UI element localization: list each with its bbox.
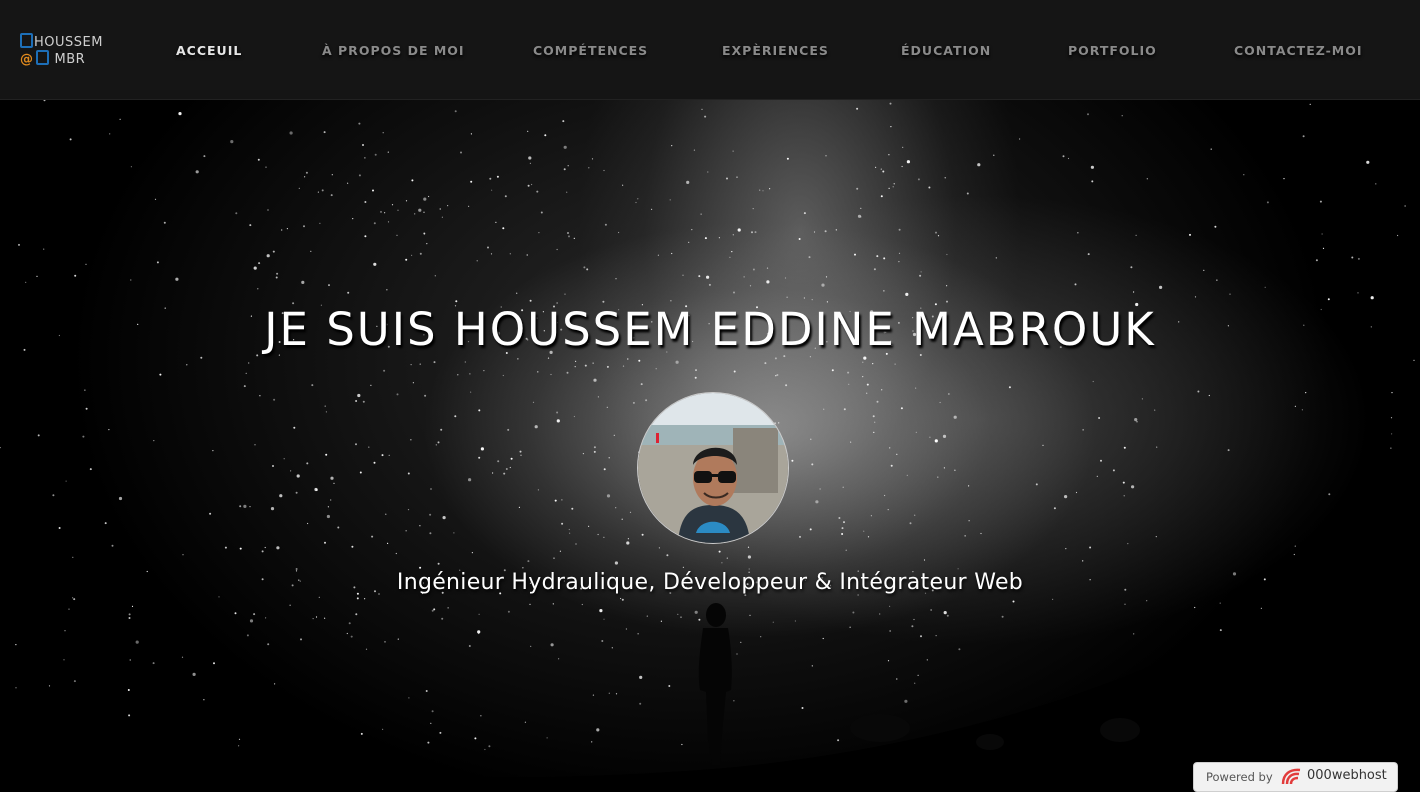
logo-line1: HOUSSEM bbox=[20, 33, 103, 50]
logo-line2: @ MBR bbox=[20, 50, 86, 67]
logo-square-icon bbox=[35, 50, 49, 65]
nav-item-experiences[interactable]: EXPÈRIENCES bbox=[722, 43, 829, 58]
nav-item-competences[interactable]: COMPÉTENCES bbox=[533, 43, 648, 58]
nav-item-contact[interactable]: CONTACTEZ-MOI bbox=[1234, 43, 1362, 58]
powered-by-badge[interactable]: Powered by 000webhost bbox=[1193, 762, 1398, 792]
nav-item-a-propos[interactable]: À PROPOS DE MOI bbox=[322, 43, 465, 58]
000webhost-logo-icon bbox=[1281, 768, 1301, 785]
hero-title: JE SUIS HOUSSEM EDDINE MABROUK bbox=[264, 303, 1156, 356]
profile-photo-icon bbox=[638, 393, 788, 543]
nav-item-education[interactable]: ÉDUCATION bbox=[901, 43, 991, 58]
brand-name: 000webhost bbox=[1307, 768, 1387, 783]
nav-item-portfolio[interactable]: PORTFOLIO bbox=[1068, 43, 1157, 58]
profile-avatar bbox=[637, 392, 789, 544]
site-logo[interactable]: HOUSSEM @ MBR bbox=[20, 33, 120, 69]
top-navbar: HOUSSEM @ MBR ACCEUIL À PROPOS DE MOI COM… bbox=[0, 0, 1420, 100]
nav-item-accueil[interactable]: ACCEUIL bbox=[176, 43, 242, 58]
logo-square-icon bbox=[20, 33, 33, 48]
powered-by-label: Powered by bbox=[1206, 770, 1273, 784]
hero-subtitle: Ingénieur Hydraulique, Développeur & Int… bbox=[396, 570, 1024, 595]
person-silhouette bbox=[698, 603, 732, 765]
